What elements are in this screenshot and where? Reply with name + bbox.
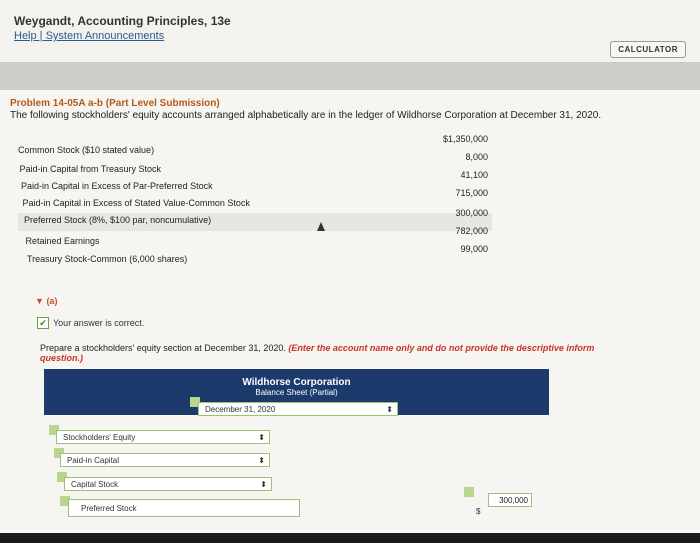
updown-arrow-icon: ⬍: [260, 480, 267, 489]
calculator-button[interactable]: CALCULATOR: [610, 41, 686, 58]
account-name: Preferred Stock (8%, $100 par, noncumula…: [24, 215, 212, 225]
updown-arrow-icon: ⬍: [258, 433, 265, 442]
course-title: Weygandt, Accounting Principles, 13e: [14, 14, 231, 28]
row-select-equity[interactable]: Stockholders' Equity ⬍: [56, 430, 270, 444]
problem-description: The following stockholders' equity accou…: [10, 110, 602, 121]
checkmark-icon: ✔: [37, 317, 49, 329]
company-name: Wildhorse Corporation: [242, 377, 351, 388]
row-select-capital-stock[interactable]: Capital Stock ⬍: [64, 477, 272, 491]
part-a-toggle[interactable]: ▼ (a): [35, 296, 57, 306]
check-tab: [464, 487, 474, 497]
help-links[interactable]: Help | System Announcements: [14, 30, 164, 42]
updown-arrow-icon: ⬍: [258, 456, 265, 465]
problem-title: Problem 14-05A a-b (Part Level Submissio…: [10, 98, 220, 109]
account-amount: $1,350,000: [442, 134, 488, 144]
account-name: Paid-in Capital in Excess of Stated Valu…: [22, 198, 250, 208]
screen-bottom-edge: [0, 533, 700, 543]
account-amount: 8,000: [465, 152, 488, 162]
dollar-sign: $: [476, 507, 481, 516]
account-amount: 782,000: [455, 226, 488, 236]
account-name: Paid-in Capital in Excess of Par-Preferr…: [21, 181, 213, 191]
account-amount: 715,000: [455, 188, 488, 198]
account-name: Retained Earnings: [25, 236, 100, 246]
account-amount: 41,100: [460, 170, 488, 180]
account-name: Treasury Stock-Common (6,000 shares): [27, 254, 188, 264]
sheet-subtitle: Balance Sheet (Partial): [255, 388, 338, 397]
account-amount: 300,000: [455, 208, 488, 218]
correct-banner: ✔ Your answer is correct.: [37, 317, 144, 329]
mouse-cursor-icon: [317, 222, 325, 231]
triangle-down-icon: ▼: [35, 296, 44, 306]
row-input-preferred-stock[interactable]: Preferred Stock: [68, 499, 300, 517]
account-name: Common Stock ($10 stated value): [18, 145, 155, 155]
account-name: Paid-in Capital from Treasury Stock: [19, 164, 162, 174]
updown-arrow-icon: ⬍: [386, 405, 393, 414]
instruction-text: Prepare a stockholders' equity section a…: [40, 343, 595, 363]
preferred-stock-amount[interactable]: 300,000: [488, 493, 532, 507]
date-select[interactable]: December 31, 2020 ⬍: [198, 402, 398, 416]
toolbar-band: [0, 62, 700, 90]
account-amount: 99,000: [460, 244, 488, 254]
row-select-paid-in[interactable]: Paid-in Capital ⬍: [60, 453, 270, 467]
